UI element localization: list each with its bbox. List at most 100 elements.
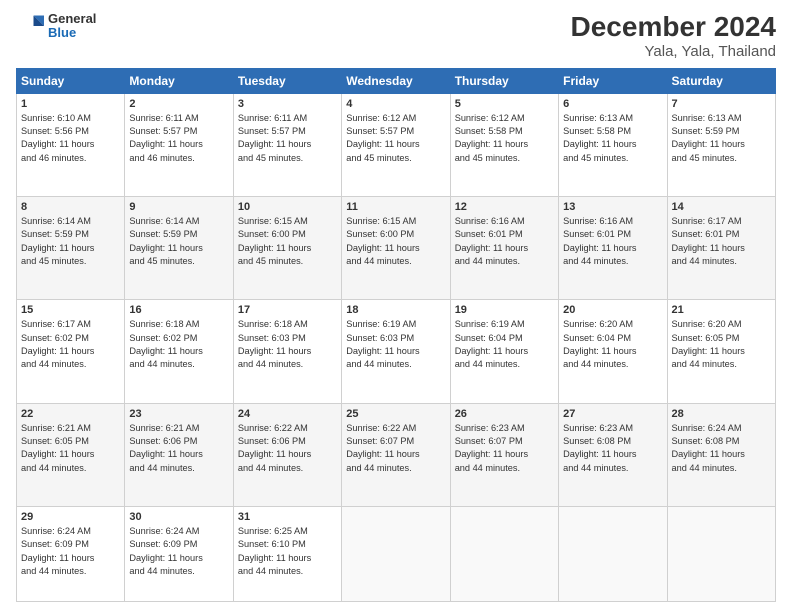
day-number: 24 xyxy=(238,408,337,420)
day-info: Sunrise: 6:21 AM Sunset: 6:05 PM Dayligh… xyxy=(21,422,120,475)
day-info: Sunrise: 6:17 AM Sunset: 6:01 PM Dayligh… xyxy=(672,215,771,268)
day-info: Sunrise: 6:12 AM Sunset: 5:58 PM Dayligh… xyxy=(455,112,554,165)
day-info: Sunrise: 6:16 AM Sunset: 6:01 PM Dayligh… xyxy=(563,215,662,268)
table-row xyxy=(559,506,667,601)
table-row: 20 Sunrise: 6:20 AM Sunset: 6:04 PM Dayli… xyxy=(559,300,667,403)
day-info: Sunrise: 6:19 AM Sunset: 6:04 PM Dayligh… xyxy=(455,318,554,371)
day-info: Sunrise: 6:11 AM Sunset: 5:57 PM Dayligh… xyxy=(238,112,337,165)
table-row: 25 Sunrise: 6:22 AM Sunset: 6:07 PM Dayli… xyxy=(342,403,450,506)
table-row: 24 Sunrise: 6:22 AM Sunset: 6:06 PM Dayli… xyxy=(233,403,341,506)
table-row: 10Sunrise: 6:15 AM Sunset: 6:00 PM Dayli… xyxy=(233,197,341,300)
day-info: Sunrise: 6:24 AM Sunset: 6:09 PM Dayligh… xyxy=(129,525,228,578)
day-info: Sunrise: 6:15 AM Sunset: 6:00 PM Dayligh… xyxy=(238,215,337,268)
day-number: 30 xyxy=(129,511,228,523)
day-number: 3 xyxy=(238,98,337,110)
day-number: 26 xyxy=(455,408,554,420)
day-info: Sunrise: 6:24 AM Sunset: 6:08 PM Dayligh… xyxy=(672,422,771,475)
table-row xyxy=(667,506,775,601)
day-number: 8 xyxy=(21,201,120,213)
table-row: 3 Sunrise: 6:11 AM Sunset: 5:57 PM Daylig… xyxy=(233,93,341,196)
day-info: Sunrise: 6:20 AM Sunset: 6:04 PM Dayligh… xyxy=(563,318,662,371)
day-number: 21 xyxy=(672,304,771,316)
day-number: 13 xyxy=(563,201,662,213)
day-number: 17 xyxy=(238,304,337,316)
table-row: 15 Sunrise: 6:17 AM Sunset: 6:02 PM Dayli… xyxy=(17,300,125,403)
day-info: Sunrise: 6:22 AM Sunset: 6:06 PM Dayligh… xyxy=(238,422,337,475)
col-monday: Monday xyxy=(125,68,233,93)
table-row: 12 Sunrise: 6:16 AM Sunset: 6:01 PM Dayli… xyxy=(450,197,558,300)
day-info: Sunrise: 6:14 AM Sunset: 5:59 PM Dayligh… xyxy=(129,215,228,268)
table-row xyxy=(342,506,450,601)
day-info: Sunrise: 6:14 AM Sunset: 5:59 PM Dayligh… xyxy=(21,215,120,268)
day-info: Sunrise: 6:10 AM Sunset: 5:56 PM Dayligh… xyxy=(21,112,120,165)
day-number: 16 xyxy=(129,304,228,316)
day-number: 22 xyxy=(21,408,120,420)
table-row: 18Sunrise: 6:19 AM Sunset: 6:03 PM Dayli… xyxy=(342,300,450,403)
col-wednesday: Wednesday xyxy=(342,68,450,93)
table-row: 1 Sunrise: 6:10 AM Sunset: 5:56 PM Daylig… xyxy=(17,93,125,196)
logo-general: General xyxy=(48,12,96,26)
col-sunday: Sunday xyxy=(17,68,125,93)
day-number: 19 xyxy=(455,304,554,316)
day-number: 9 xyxy=(129,201,228,213)
table-row: 17Sunrise: 6:18 AM Sunset: 6:03 PM Dayli… xyxy=(233,300,341,403)
week-row-1: 1 Sunrise: 6:10 AM Sunset: 5:56 PM Daylig… xyxy=(17,93,776,196)
table-row: 29Sunrise: 6:24 AM Sunset: 6:09 PM Dayli… xyxy=(17,506,125,601)
day-number: 2 xyxy=(129,98,228,110)
table-row: 8 Sunrise: 6:14 AM Sunset: 5:59 PM Daylig… xyxy=(17,197,125,300)
week-row-2: 8 Sunrise: 6:14 AM Sunset: 5:59 PM Daylig… xyxy=(17,197,776,300)
day-number: 5 xyxy=(455,98,554,110)
calendar-table: Sunday Monday Tuesday Wednesday Thursday… xyxy=(16,68,776,602)
day-number: 7 xyxy=(672,98,771,110)
day-info: Sunrise: 6:23 AM Sunset: 6:07 PM Dayligh… xyxy=(455,422,554,475)
day-number: 28 xyxy=(672,408,771,420)
day-info: Sunrise: 6:25 AM Sunset: 6:10 PM Dayligh… xyxy=(238,525,337,578)
day-number: 1 xyxy=(21,98,120,110)
day-info: Sunrise: 6:11 AM Sunset: 5:57 PM Dayligh… xyxy=(129,112,228,165)
logo-text: General Blue xyxy=(48,12,96,41)
day-number: 18 xyxy=(346,304,445,316)
title-block: December 2024 Yala, Yala, Thailand xyxy=(571,12,776,60)
day-number: 27 xyxy=(563,408,662,420)
table-row: 11 Sunrise: 6:15 AM Sunset: 6:00 PM Dayli… xyxy=(342,197,450,300)
page: General Blue December 2024 Yala, Yala, T… xyxy=(0,0,792,612)
table-row: 19 Sunrise: 6:19 AM Sunset: 6:04 PM Dayli… xyxy=(450,300,558,403)
day-info: Sunrise: 6:20 AM Sunset: 6:05 PM Dayligh… xyxy=(672,318,771,371)
logo-blue: Blue xyxy=(48,26,96,40)
table-row: 28 Sunrise: 6:24 AM Sunset: 6:08 PM Dayli… xyxy=(667,403,775,506)
day-info: Sunrise: 6:12 AM Sunset: 5:57 PM Dayligh… xyxy=(346,112,445,165)
week-row-4: 22 Sunrise: 6:21 AM Sunset: 6:05 PM Dayli… xyxy=(17,403,776,506)
day-number: 11 xyxy=(346,201,445,213)
table-row: 27 Sunrise: 6:23 AM Sunset: 6:08 PM Dayli… xyxy=(559,403,667,506)
table-row: 4 Sunrise: 6:12 AM Sunset: 5:57 PM Daylig… xyxy=(342,93,450,196)
logo: General Blue xyxy=(16,12,96,41)
table-row: 7Sunrise: 6:13 AM Sunset: 5:59 PM Daylig… xyxy=(667,93,775,196)
table-row: 23Sunrise: 6:21 AM Sunset: 6:06 PM Dayli… xyxy=(125,403,233,506)
day-info: Sunrise: 6:23 AM Sunset: 6:08 PM Dayligh… xyxy=(563,422,662,475)
page-subtitle: Yala, Yala, Thailand xyxy=(571,43,776,60)
day-info: Sunrise: 6:22 AM Sunset: 6:07 PM Dayligh… xyxy=(346,422,445,475)
header: General Blue December 2024 Yala, Yala, T… xyxy=(16,12,776,60)
day-number: 15 xyxy=(21,304,120,316)
day-number: 25 xyxy=(346,408,445,420)
table-row: 14Sunrise: 6:17 AM Sunset: 6:01 PM Dayli… xyxy=(667,197,775,300)
col-friday: Friday xyxy=(559,68,667,93)
table-row: 6Sunrise: 6:13 AM Sunset: 5:58 PM Daylig… xyxy=(559,93,667,196)
day-number: 23 xyxy=(129,408,228,420)
day-number: 4 xyxy=(346,98,445,110)
day-number: 20 xyxy=(563,304,662,316)
table-row: 30 Sunrise: 6:24 AM Sunset: 6:09 PM Dayli… xyxy=(125,506,233,601)
table-row: 13 Sunrise: 6:16 AM Sunset: 6:01 PM Dayli… xyxy=(559,197,667,300)
day-info: Sunrise: 6:16 AM Sunset: 6:01 PM Dayligh… xyxy=(455,215,554,268)
calendar-header-row: Sunday Monday Tuesday Wednesday Thursday… xyxy=(17,68,776,93)
day-number: 29 xyxy=(21,511,120,523)
day-info: Sunrise: 6:17 AM Sunset: 6:02 PM Dayligh… xyxy=(21,318,120,371)
day-info: Sunrise: 6:15 AM Sunset: 6:00 PM Dayligh… xyxy=(346,215,445,268)
table-row: 5 Sunrise: 6:12 AM Sunset: 5:58 PM Daylig… xyxy=(450,93,558,196)
table-row: 16Sunrise: 6:18 AM Sunset: 6:02 PM Dayli… xyxy=(125,300,233,403)
day-number: 12 xyxy=(455,201,554,213)
col-tuesday: Tuesday xyxy=(233,68,341,93)
week-row-3: 15 Sunrise: 6:17 AM Sunset: 6:02 PM Dayli… xyxy=(17,300,776,403)
table-row: 26 Sunrise: 6:23 AM Sunset: 6:07 PM Dayli… xyxy=(450,403,558,506)
col-saturday: Saturday xyxy=(667,68,775,93)
